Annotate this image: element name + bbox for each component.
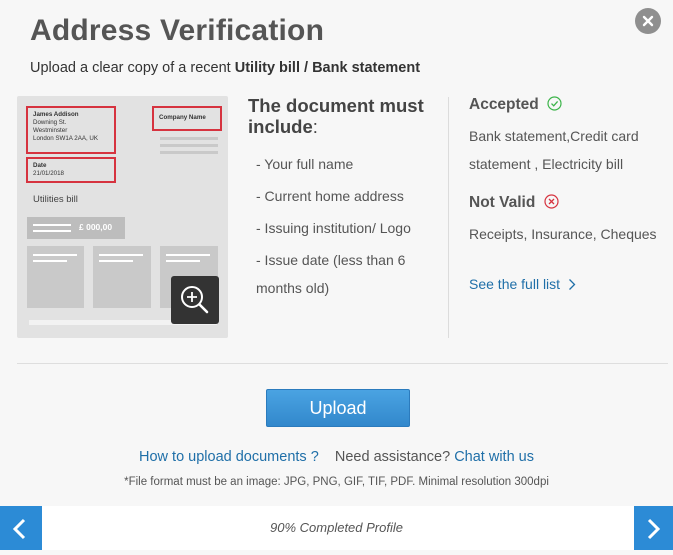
subtitle-bank-statement: Bank statement: [312, 60, 421, 76]
not-valid-heading: Not Valid: [469, 194, 559, 212]
company-line: [160, 151, 218, 154]
list-item: - Issuing institution/ Logo: [256, 220, 411, 236]
check-circle-icon: [547, 96, 562, 111]
profile-progress: 90% Completed Profile: [270, 520, 403, 535]
subtitle-separator: /: [299, 60, 313, 76]
need-assistance-text: Need assistance?: [334, 449, 451, 465]
sample-address-line2: Westminster: [33, 127, 68, 134]
requirements-title: The document must include:: [248, 95, 438, 137]
doc-line: [33, 260, 67, 262]
requirements-title-text: The document must include: [248, 95, 424, 137]
doc-line: [99, 254, 143, 256]
vertical-divider: [448, 97, 449, 338]
accepted-title: Accepted: [469, 96, 539, 113]
zoom-in-icon: [181, 286, 209, 314]
sample-company-name: Company Name: [159, 114, 206, 121]
chat-with-us-link[interactable]: Chat with us: [454, 449, 534, 465]
list-item: - Issue date (less than 6 months old): [256, 252, 406, 296]
file-format-note: *File format must be an image: JPG, PNG,…: [124, 476, 549, 488]
amount-line: [33, 230, 71, 232]
amount-line: [33, 224, 71, 226]
sample-document: James Addison Downing St. Westminster Lo…: [17, 96, 228, 338]
list-item: - Current home address: [256, 188, 404, 204]
chevron-right-icon: [647, 518, 661, 540]
not-valid-title: Not Valid: [469, 194, 536, 211]
sample-address-line3: London SW1A 2AA, UK: [33, 135, 99, 142]
dialog-title: Address Verification: [30, 14, 325, 47]
sample-address-line1: Downing St.: [33, 119, 67, 126]
not-valid-documents: Receipts, Insurance, Cheques: [469, 226, 657, 242]
footer-bar: 90% Completed Profile: [0, 506, 673, 550]
list-item: - Your full name: [256, 156, 354, 172]
company-line: [160, 137, 218, 140]
help-row: How to upload documents ? Need assistanc…: [0, 449, 673, 465]
sample-date-value: 21/01/2018: [33, 170, 64, 177]
doc-line: [166, 254, 210, 256]
upload-button[interactable]: Upload: [266, 389, 410, 427]
requirements-list: - Your full name - Current home address …: [256, 150, 446, 306]
sample-name: James Addison: [33, 111, 79, 118]
x-circle-icon: [544, 194, 559, 209]
how-to-upload-link[interactable]: How to upload documents ?: [139, 449, 319, 465]
accepted-heading: Accepted: [469, 96, 562, 114]
next-button[interactable]: [634, 506, 673, 550]
sample-doc-type: Utilities bill: [33, 194, 78, 205]
doc-line: [99, 260, 133, 262]
requirements-title-colon: :: [312, 116, 318, 137]
section-divider: [17, 363, 668, 364]
close-button[interactable]: [635, 8, 661, 34]
doc-line: [33, 254, 77, 256]
see-full-list-link[interactable]: See the full list: [469, 274, 576, 294]
sample-amount: £ 000,00: [79, 222, 113, 232]
subtitle-utility-bill: Utility bill: [234, 60, 300, 76]
dialog-subtitle: Upload a clear copy of a recent Utility …: [30, 60, 420, 76]
see-full-list-label: See the full list: [469, 276, 561, 292]
accepted-documents: Bank statement,Credit card statement , E…: [469, 128, 639, 172]
subtitle-prefix: Upload a clear copy of a recent: [30, 60, 235, 76]
doc-line: [166, 260, 200, 262]
chevron-right-icon: [568, 279, 576, 290]
company-line: [160, 144, 218, 147]
zoom-button[interactable]: [171, 276, 219, 324]
close-icon: [642, 15, 654, 27]
sample-date-label: Date: [33, 162, 47, 169]
